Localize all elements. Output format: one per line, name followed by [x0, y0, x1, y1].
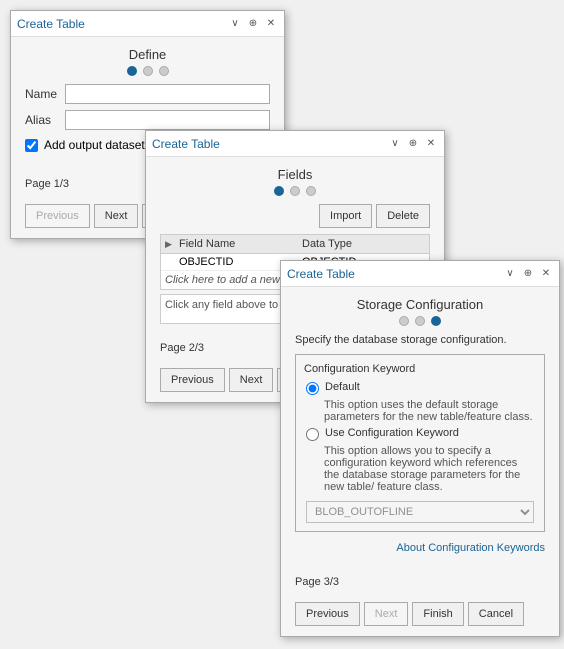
radio-keyword-label: Use Configuration Keyword [325, 427, 459, 439]
storage-description: Specify the database storage configurati… [295, 334, 545, 346]
previous-button-define[interactable]: Previous [25, 204, 90, 228]
page-info-storage: Page 3/3 [295, 576, 545, 588]
dialog-fields-title: Create Table [152, 137, 220, 151]
dot-2-fields [290, 186, 300, 196]
page-info-storage-wrap: Page 3/3 [281, 576, 559, 596]
import-button[interactable]: Import [319, 204, 372, 228]
dialog-storage-titlebar: Create Table ∨ ⊕ ✕ [281, 261, 559, 287]
radio-keyword-desc: This option allows you to specify a conf… [324, 445, 534, 493]
name-row: Name [25, 84, 270, 104]
step-dots-define [25, 66, 270, 76]
dot-1-storage [399, 316, 409, 326]
radio-keyword-row: Use Configuration Keyword [306, 427, 534, 441]
next-button-define[interactable]: Next [94, 204, 139, 228]
table-header-row: ▶ Field Name Data Type [161, 235, 429, 254]
titlebar-controls-define: ∨ ⊕ ✕ [228, 17, 278, 31]
step-dots-storage [295, 316, 545, 326]
radio-default[interactable] [306, 382, 319, 395]
titlebar-controls-fields: ∨ ⊕ ✕ [388, 137, 438, 151]
close-button-fields[interactable]: ✕ [424, 137, 438, 151]
next-button-fields[interactable]: Next [229, 368, 274, 392]
dot-3-storage [431, 316, 441, 326]
add-output-label: Add output dataset [44, 138, 145, 152]
about-keywords-link[interactable]: About Configuration Keywords [396, 542, 545, 554]
pin-button-fields[interactable]: ⊕ [406, 137, 420, 151]
dialog-fields-step-title: Fields [160, 167, 430, 182]
dialog-storage-footer: Previous Next Finish Cancel [281, 596, 559, 636]
previous-button-storage[interactable]: Previous [295, 602, 360, 626]
pin-button-storage[interactable]: ⊕ [521, 267, 535, 281]
titlebar-controls-storage: ∨ ⊕ ✕ [503, 267, 553, 281]
finish-button-storage[interactable]: Finish [412, 602, 463, 626]
dialog-fields-header: Fields [160, 167, 430, 196]
minimize-button-fields[interactable]: ∨ [388, 137, 402, 151]
dot-1-define [127, 66, 137, 76]
dialog-storage-title: Create Table [287, 267, 355, 281]
config-keyword-group: Configuration Keyword Default This optio… [295, 354, 545, 532]
sort-triangle-icon: ▶ [165, 238, 179, 250]
dialog-define-titlebar: Create Table ∨ ⊕ ✕ [11, 11, 284, 37]
delete-button[interactable]: Delete [376, 204, 430, 228]
dot-2-storage [415, 316, 425, 326]
dot-2-define [143, 66, 153, 76]
alias-row: Alias [25, 110, 270, 130]
dialog-define-step-title: Define [25, 47, 270, 62]
radio-keyword[interactable] [306, 428, 319, 441]
add-output-checkbox[interactable] [25, 139, 38, 152]
minimize-button-storage[interactable]: ∨ [503, 267, 517, 281]
previous-button-fields[interactable]: Previous [160, 368, 225, 392]
keyword-select[interactable]: BLOB_OUTOFLINE [306, 501, 534, 523]
next-button-storage[interactable]: Next [364, 602, 409, 626]
name-label: Name [25, 87, 65, 101]
dialog-storage-step-title: Storage Configuration [295, 297, 545, 312]
dialog-define-header: Define [25, 47, 270, 76]
alias-label: Alias [25, 113, 65, 127]
fields-toolbar: Import Delete [160, 204, 430, 228]
alias-input[interactable] [65, 110, 270, 130]
about-keywords-link-row: About Configuration Keywords [295, 540, 545, 554]
radio-default-label: Default [325, 381, 360, 393]
dialog-storage-header: Storage Configuration [295, 297, 545, 326]
radio-default-desc: This option uses the default storage par… [324, 399, 534, 423]
row-triangle-icon [165, 256, 179, 268]
col-header-datatype: Data Type [302, 238, 425, 250]
dot-3-fields [306, 186, 316, 196]
dialog-storage: Create Table ∨ ⊕ ✕ Storage Configuration… [280, 260, 560, 637]
dialog-storage-content: Storage Configuration Specify the databa… [281, 287, 559, 568]
pin-button-define[interactable]: ⊕ [246, 17, 260, 31]
group-title: Configuration Keyword [304, 363, 534, 375]
dot-3-define [159, 66, 169, 76]
step-dots-fields [160, 186, 430, 196]
col-header-fieldname: Field Name [179, 238, 302, 250]
radio-default-row: Default [306, 381, 534, 395]
close-button-define[interactable]: ✕ [264, 17, 278, 31]
dialog-define-title: Create Table [17, 17, 85, 31]
close-button-storage[interactable]: ✕ [539, 267, 553, 281]
dot-1-fields [274, 186, 284, 196]
cancel-button-storage[interactable]: Cancel [468, 602, 524, 626]
minimize-button-define[interactable]: ∨ [228, 17, 242, 31]
dialog-fields-titlebar: Create Table ∨ ⊕ ✕ [146, 131, 444, 157]
name-input[interactable] [65, 84, 270, 104]
